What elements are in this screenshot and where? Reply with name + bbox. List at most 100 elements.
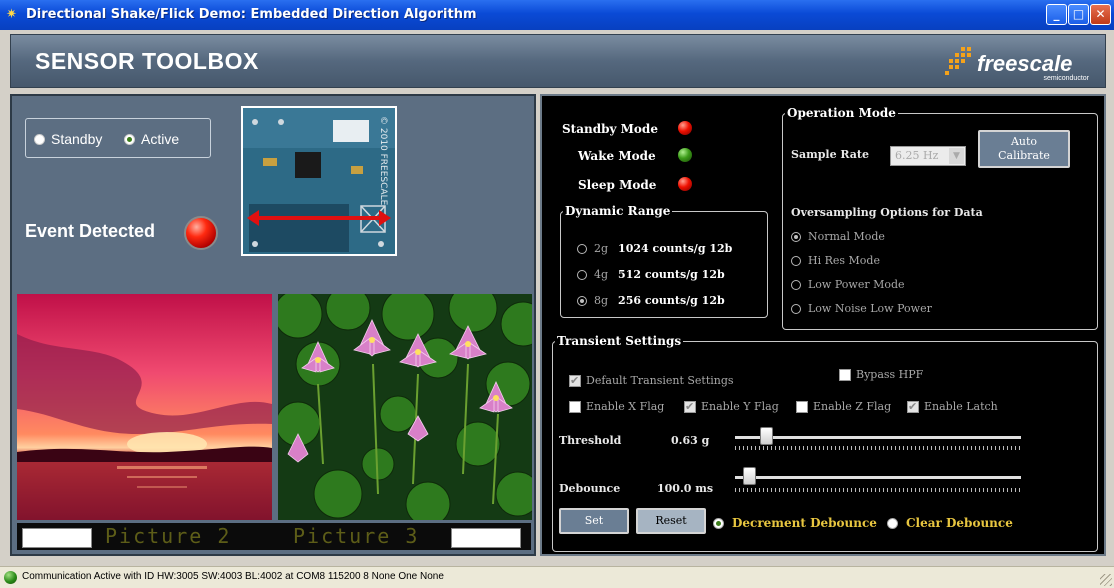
- range-8g-radio[interactable]: [577, 295, 587, 306]
- sample-rate-label: Sample Rate: [791, 148, 870, 161]
- brand-title: SENSOR TOOLBOX: [35, 48, 259, 74]
- range-8g-detail: 256 counts/g 12b: [618, 294, 725, 307]
- oversampling-normal-radio[interactable]: [791, 231, 801, 242]
- enable-latch-box[interactable]: [907, 400, 919, 413]
- set-button[interactable]: Set: [559, 508, 629, 534]
- default-transient-label: Default Transient Settings: [586, 374, 734, 387]
- oversampling-lownoise-radio[interactable]: [791, 303, 801, 314]
- default-transient-checkbox[interactable]: Default Transient Settings: [569, 374, 734, 387]
- default-transient-box[interactable]: [569, 374, 581, 387]
- enable-latch-checkbox[interactable]: Enable Latch: [907, 400, 998, 413]
- operation-mode-group: Operation Mode Sample Rate 6.25 Hz ▼ Aut…: [782, 106, 1098, 330]
- status-text: Communication Active with ID HW:3005 SW:…: [22, 571, 444, 582]
- freescale-logo: freescale semiconductor: [943, 41, 1093, 85]
- debounce-slider-ticks: [735, 488, 1021, 492]
- oversampling-lowpower-radio[interactable]: [791, 279, 801, 290]
- standby-radio[interactable]: Standby: [34, 131, 102, 147]
- standby-mode-led: [678, 121, 692, 135]
- range-2g-radio[interactable]: [577, 243, 587, 254]
- enable-latch-label: Enable Latch: [924, 400, 998, 413]
- range-2g-label: 2g: [594, 242, 609, 255]
- range-4g-label: 4g: [594, 268, 609, 281]
- enable-x-flag-checkbox[interactable]: Enable X Flag: [569, 400, 664, 413]
- event-indicator-led: [184, 216, 218, 250]
- auto-calibrate-button[interactable]: Auto Calibrate: [978, 130, 1070, 168]
- debounce-slider-thumb[interactable]: [743, 467, 757, 485]
- auto-calibrate-line2: Calibrate: [998, 149, 1050, 162]
- enable-y-flag-label: Enable Y Flag: [701, 400, 779, 413]
- oversampling-normal-label: Normal Mode: [808, 230, 885, 243]
- oversampling-label: Oversampling Options for Data: [791, 206, 983, 219]
- event-detected-label: Event Detected: [25, 221, 156, 241]
- header-banner: SENSOR TOOLBOX freescale semiconductor: [10, 34, 1106, 88]
- enable-x-flag-box[interactable]: [569, 400, 581, 413]
- chevron-down-icon[interactable]: ▼: [949, 148, 964, 164]
- enable-z-flag-label: Enable Z Flag: [813, 400, 892, 413]
- oversampling-lowpower-option[interactable]: Low Power Mode: [791, 278, 905, 291]
- range-4g-option[interactable]: 4g 512 counts/g 12b: [577, 268, 725, 281]
- threshold-label: Threshold: [559, 434, 622, 447]
- enable-x-flag-label: Enable X Flag: [586, 400, 665, 413]
- close-button[interactable]: ✕: [1090, 4, 1111, 25]
- wake-mode-status: Wake Mode: [578, 149, 656, 163]
- bypass-hpf-checkbox[interactable]: Bypass HPF: [839, 368, 923, 381]
- threshold-slider-thumb[interactable]: [759, 427, 773, 445]
- sleep-mode-led: [678, 177, 692, 191]
- threshold-slider-ticks: [735, 446, 1021, 450]
- resize-grip-icon[interactable]: [1100, 574, 1112, 586]
- enable-z-flag-checkbox[interactable]: Enable Z Flag: [796, 400, 891, 413]
- clear-debounce-radio[interactable]: [887, 517, 898, 529]
- sensor-board-image: © 2010 FREESCALE: [241, 106, 397, 256]
- dynamic-range-legend: Dynamic Range: [565, 204, 671, 218]
- status-bar: Communication Active with ID HW:3005 SW:…: [0, 566, 1114, 588]
- wake-mode-label: Wake Mode: [578, 149, 656, 163]
- sample-rate-select[interactable]: 6.25 Hz ▼: [890, 146, 966, 166]
- freescale-mark-icon: [945, 47, 971, 75]
- standby-mode-status: Standby Mode: [562, 122, 658, 136]
- reset-button[interactable]: Reset: [636, 508, 706, 534]
- sunset-picture: [17, 294, 272, 520]
- oversampling-normal-option[interactable]: Normal Mode: [791, 230, 885, 243]
- decrement-debounce-radio[interactable]: [713, 517, 724, 529]
- enable-y-flag-checkbox[interactable]: Enable Y Flag: [684, 400, 779, 413]
- oversampling-hires-option[interactable]: Hi Res Mode: [791, 254, 880, 267]
- clear-debounce-label: Clear Debounce: [906, 516, 1013, 530]
- auto-calibrate-line1: Auto: [1010, 135, 1038, 148]
- enable-z-flag-box[interactable]: [796, 400, 808, 413]
- bypass-hpf-label: Bypass HPF: [856, 368, 924, 381]
- threshold-value: 0.63 g: [671, 434, 710, 447]
- range-8g-option[interactable]: 8g 256 counts/g 12b: [577, 294, 725, 307]
- picture-2-label: Picture 2: [105, 524, 232, 548]
- active-radio[interactable]: Active: [124, 131, 179, 147]
- debounce-label: Debounce: [559, 482, 621, 495]
- decrement-debounce-label: Decrement Debounce: [732, 516, 877, 530]
- standby-label: Standby: [51, 131, 103, 147]
- sample-rate-value: 6.25 Hz: [895, 149, 939, 162]
- picture-caption-bar: Picture 2 Picture 3: [17, 523, 531, 550]
- threshold-slider-track[interactable]: [735, 436, 1021, 439]
- dynamic-range-group: Dynamic Range 2g 1024 counts/g 12b 4g 51…: [560, 204, 768, 318]
- clear-debounce-option[interactable]: Clear Debounce: [887, 516, 1013, 530]
- standby-radio-button[interactable]: [34, 133, 45, 145]
- debounce-slider-track[interactable]: [735, 476, 1021, 479]
- oversampling-lownoise-option[interactable]: Low Noise Low Power: [791, 302, 932, 315]
- enable-y-flag-box[interactable]: [684, 400, 696, 413]
- standby-mode-label: Standby Mode: [562, 122, 658, 136]
- freescale-logo-subtext: semiconductor: [1043, 75, 1089, 82]
- operation-mode-legend: Operation Mode: [787, 106, 896, 120]
- active-radio-button[interactable]: [124, 133, 135, 145]
- picture-3-label: Picture 3: [293, 524, 420, 548]
- bypass-hpf-box[interactable]: [839, 368, 851, 381]
- range-2g-option[interactable]: 2g 1024 counts/g 12b: [577, 242, 732, 255]
- freescale-logo-text: freescale: [977, 51, 1073, 76]
- maximize-button[interactable]: □: [1068, 4, 1089, 25]
- transient-settings-legend: Transient Settings: [557, 334, 682, 348]
- range-4g-radio[interactable]: [577, 269, 587, 280]
- title-bar: ✷ Directional Shake/Flick Demo: Embedded…: [0, 0, 1114, 30]
- decrement-debounce-option[interactable]: Decrement Debounce: [713, 516, 877, 530]
- oversampling-hires-radio[interactable]: [791, 255, 801, 266]
- minimize-button[interactable]: _: [1046, 4, 1067, 25]
- active-label: Active: [141, 131, 180, 147]
- sleep-mode-label: Sleep Mode: [578, 178, 657, 192]
- board-copyright-text: © 2010 FREESCALE: [378, 116, 388, 206]
